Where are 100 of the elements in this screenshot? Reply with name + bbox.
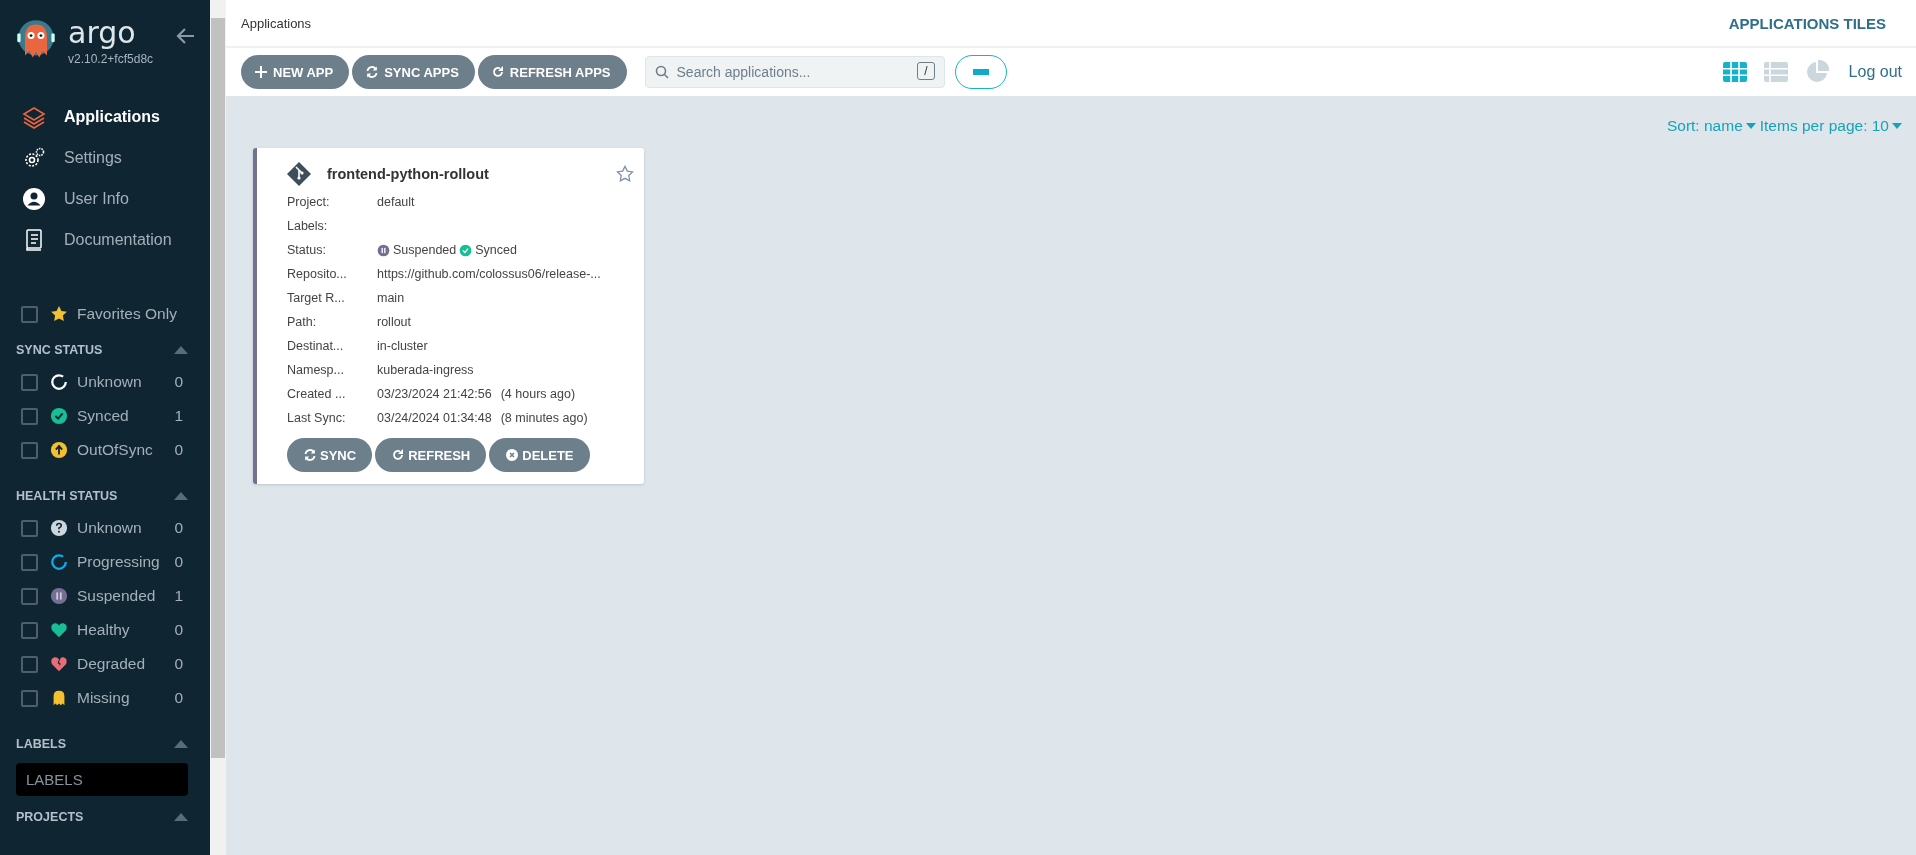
- arrow-left-icon[interactable]: [176, 26, 196, 46]
- bar-icon: [972, 69, 989, 75]
- refresh-icon: [491, 66, 504, 78]
- filter-count: 0: [174, 553, 183, 571]
- star-icon[interactable]: [616, 165, 634, 183]
- checkbox[interactable]: [21, 621, 38, 639]
- brand-name: argo: [68, 18, 137, 48]
- pause-circle-icon: [377, 243, 390, 257]
- list-view-icon[interactable]: [1763, 60, 1788, 84]
- items-per-page-dropdown[interactable]: Items per page: 10: [1759, 115, 1902, 137]
- caret-icon: [1892, 123, 1902, 129]
- breadcrumb: Applications: [241, 15, 312, 31]
- checkbox[interactable]: [21, 553, 38, 571]
- labels-input[interactable]: LABELS: [16, 763, 188, 796]
- checkbox[interactable]: [21, 519, 38, 537]
- new-app-button[interactable]: NEW APP: [241, 55, 350, 89]
- section-title: LABELS: [16, 737, 66, 751]
- close-circle-icon: [506, 449, 519, 461]
- git-icon: [287, 162, 311, 186]
- sync-apps-button[interactable]: SYNC APPS: [352, 55, 475, 89]
- field-value: in-cluster: [377, 339, 428, 353]
- filter-count: 0: [174, 373, 183, 391]
- version-label: v2.10.2+fcf5d8c: [68, 52, 154, 66]
- nav-item[interactable]: User Info: [0, 180, 210, 218]
- filter-label: Degraded: [77, 655, 146, 673]
- filter-label: Suspended: [77, 587, 156, 605]
- plus-icon: [255, 66, 267, 78]
- filter-label: Favorites Only: [77, 305, 177, 323]
- field-label: Created ...: [287, 387, 347, 401]
- app-card[interactable]: [253, 148, 644, 484]
- field-value: 03/24/2024 01:34:48: [377, 411, 492, 425]
- field-value: 03/23/2024 21:42:56: [377, 387, 492, 401]
- health-status: Suspended: [393, 243, 457, 257]
- caret-icon: [1745, 123, 1756, 129]
- field-value: https://github.com/colossus06/release-...: [377, 267, 601, 281]
- field-label: Reposito...: [287, 267, 348, 281]
- pie-chart-icon[interactable]: [1804, 60, 1829, 84]
- logout-link[interactable]: Log out: [1848, 63, 1902, 81]
- filter-label: Unknown: [77, 373, 142, 391]
- user-icon: [22, 187, 46, 211]
- field-value: default: [377, 195, 415, 209]
- nav-item[interactable]: Documentation: [0, 221, 210, 259]
- field-value: rollout: [377, 315, 412, 329]
- section-title: PROJECTS: [16, 810, 84, 824]
- sort-dropdown[interactable]: Sort: name: [1666, 115, 1756, 137]
- filter-label: Synced: [77, 407, 129, 425]
- gears-icon: [22, 146, 46, 170]
- filter-count: 0: [174, 689, 183, 707]
- relative-time: (8 minutes ago): [500, 411, 588, 425]
- checkbox[interactable]: [21, 373, 38, 391]
- filter-count: 1: [174, 587, 183, 605]
- collapse-caret-icon[interactable]: [174, 492, 188, 500]
- scrollbar-thumb[interactable]: [211, 18, 225, 758]
- filter-count: 0: [174, 621, 183, 639]
- filter-toggle-button[interactable]: [954, 55, 1007, 89]
- shortcut-key: /: [917, 62, 935, 80]
- star-icon: [50, 305, 68, 323]
- checkbox[interactable]: [21, 441, 38, 459]
- filter-count: 0: [174, 655, 183, 673]
- collapse-caret-icon[interactable]: [174, 740, 188, 748]
- field-label: Path:: [287, 315, 318, 329]
- collapse-caret-icon[interactable]: [174, 346, 188, 354]
- refresh-apps-button[interactable]: REFRESH APPS: [477, 55, 627, 89]
- filter-label: OutOfSync: [77, 441, 153, 459]
- filter-count: 0: [174, 441, 183, 459]
- refresh-button[interactable]: REFRESH: [375, 438, 487, 472]
- sync-icon: [366, 66, 379, 78]
- nav-item[interactable]: Applications: [0, 98, 210, 136]
- layers-icon: [22, 105, 46, 129]
- checkbox[interactable]: [21, 305, 38, 323]
- collapse-caret-icon[interactable]: [174, 813, 188, 821]
- field-label: Labels:: [287, 219, 329, 233]
- nav-item[interactable]: Settings: [0, 139, 210, 177]
- filter-label: Unknown: [77, 519, 142, 537]
- field-label: Last Sync:: [287, 411, 347, 425]
- filter-label: Healthy: [77, 621, 130, 639]
- section-title: SYNC STATUS: [16, 343, 103, 357]
- app-name[interactable]: frontend-python-rollout: [327, 166, 489, 182]
- relative-time: (4 hours ago): [500, 387, 576, 401]
- section-title: HEALTH STATUS: [16, 489, 118, 503]
- checkbox[interactable]: [21, 689, 38, 707]
- check-circle-icon: [459, 243, 473, 257]
- field-value: kuberada-ingress: [377, 363, 474, 377]
- filter-label: Progressing: [77, 553, 160, 571]
- checkbox[interactable]: [21, 587, 38, 605]
- field-label: Namesp...: [287, 363, 345, 377]
- filter-label: Missing: [77, 689, 130, 707]
- sync-icon: [304, 449, 316, 461]
- sync-button[interactable]: SYNC: [287, 438, 373, 472]
- page-title: APPLICATIONS TILES: [1728, 14, 1886, 32]
- sync-status: Synced: [475, 243, 517, 257]
- delete-button[interactable]: DELETE: [489, 438, 590, 472]
- checkbox[interactable]: [21, 407, 38, 425]
- field-label: Project:: [287, 195, 331, 209]
- grid-view-icon[interactable]: [1722, 60, 1747, 84]
- checkbox[interactable]: [21, 655, 38, 673]
- field-label: Destinat...: [287, 339, 345, 353]
- field-value: main: [377, 291, 405, 305]
- field-label: Status:: [287, 243, 327, 257]
- filter-count: 1: [174, 407, 183, 425]
